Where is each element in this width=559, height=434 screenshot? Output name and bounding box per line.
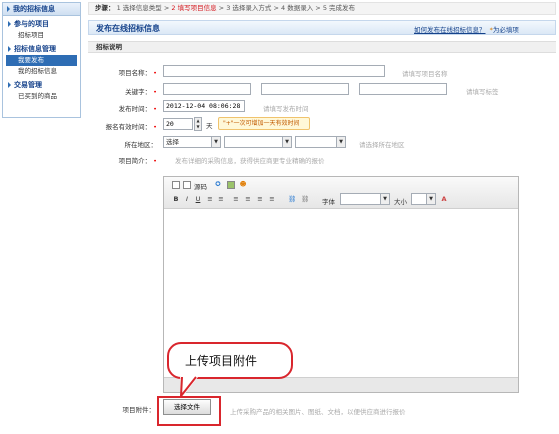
required-star-icon: •	[153, 157, 157, 165]
valid-days-unit: 天	[206, 122, 213, 130]
intro-label: 项目简介： •	[118, 157, 157, 165]
attachment-label: 项目附件：	[122, 406, 156, 414]
size-label: 大小	[394, 198, 407, 206]
step-breadcrumb: 步骤： 1 选择信息类型 > 2 填写项目信息 > 3 选择录入方式 > 4 数…	[88, 2, 556, 15]
project-name-label: 项目名称： •	[118, 69, 157, 77]
sidebar-group-bid-management[interactable]: 招标信息管理	[3, 43, 80, 55]
stepper-down-icon[interactable]: ▼	[195, 124, 201, 130]
page-title: 发布在线招标信息	[96, 24, 160, 33]
region-select-city[interactable]: ▼	[224, 136, 292, 148]
required-star-icon: •	[153, 69, 157, 77]
editor-statusbar	[164, 377, 518, 392]
sidebar-title: 我的招标信息	[3, 3, 80, 16]
region-select-district[interactable]: ▼	[295, 136, 346, 148]
triangle-icon	[8, 82, 11, 88]
chevron-down-icon: ▼	[380, 194, 389, 204]
steps-prefix: 步骤：	[95, 4, 115, 12]
triangle-icon	[7, 6, 10, 12]
sidebar-item-bid-projects[interactable]: 招标项目	[3, 30, 80, 41]
unlink-icon[interactable]: ⛓	[301, 195, 309, 203]
valid-days-tooltip: "+"一次可增加一天有效时间	[218, 117, 310, 130]
publish-time-hint: 请填写发布时间	[263, 105, 309, 113]
image-icon[interactable]	[227, 181, 235, 189]
attachment-hint: 上传采购产品的相关图片、图纸、文档，以便供应商进行报价	[230, 408, 406, 416]
sidebar: 我的招标信息 参与的项目 招标项目 招标信息管理 我要发布 我的招标信息 交易管…	[2, 2, 81, 118]
required-note: 为必填项	[492, 26, 519, 34]
step-4: 4 数据录入	[281, 4, 314, 12]
keywords-label: 关键字： •	[125, 88, 157, 96]
link-icon[interactable]: ✪	[214, 180, 222, 188]
keyword-input-2[interactable]	[261, 83, 349, 95]
callout-text: 上传项目附件	[185, 354, 258, 368]
valid-days-stepper[interactable]: ▲ ▼	[194, 117, 202, 131]
triangle-icon	[8, 21, 11, 27]
font-color-icon[interactable]: A	[440, 195, 448, 203]
chevron-down-icon: ▼	[426, 194, 435, 204]
underline-icon[interactable]: U	[194, 195, 202, 203]
step-5: 5 完成发布	[322, 4, 356, 12]
sidebar-item-purchased[interactable]: 已买到的商品	[3, 91, 80, 102]
chevron-down-icon: ▼	[282, 137, 291, 147]
align-center-icon[interactable]: ≡	[244, 195, 252, 203]
page-header: 发布在线招标信息 如何发布在线招标信息？ *为必填项	[88, 20, 556, 35]
font-label: 字体	[322, 198, 335, 206]
required-star-icon: •	[153, 105, 157, 113]
sidebar-group-trade-management[interactable]: 交易管理	[3, 79, 80, 91]
step-3: 3 选择录入方式	[226, 4, 272, 12]
sidebar-item-publish[interactable]: 我要发布	[6, 55, 77, 66]
valid-days-label: 报名有效时间： •	[105, 123, 157, 131]
sidebar-item-my-bids[interactable]: 我的招标信息	[3, 66, 80, 77]
bold-icon[interactable]: B	[172, 195, 180, 203]
intro-hint: 发布详细的采购信息，获得供应商更专业精确的报价	[175, 157, 325, 165]
upload-callout: 上传项目附件	[167, 342, 293, 379]
insert-link-icon[interactable]: ⛓	[288, 195, 296, 203]
step-separator: >	[273, 4, 279, 12]
unordered-list-icon[interactable]: ≡	[217, 195, 225, 203]
size-select[interactable]: ▼	[411, 193, 436, 205]
project-name-hint: 请填写项目名称	[402, 70, 448, 78]
source-button[interactable]: 源码	[194, 181, 207, 191]
editor-toolbar: 源码 ✪ ☻ B I U ≡ ≡ ≡ ≡ ≡ ≡ ⛓ ⛓ 字体 ▼ 大小 ▼ A	[164, 177, 518, 209]
help-link-wrap: 如何发布在线招标信息？ *为必填项	[414, 24, 519, 34]
step-2-current: 2 填写项目信息	[171, 4, 217, 12]
ordered-list-icon[interactable]: ≡	[206, 195, 214, 203]
section-title: 招标说明	[88, 41, 556, 53]
valid-days-input[interactable]: 20	[163, 118, 193, 130]
publish-time-input[interactable]: 2012-12-04 08:06:28	[163, 100, 245, 112]
keyword-input-3[interactable]	[359, 83, 447, 95]
region-label: 所在地区：	[124, 141, 158, 149]
chevron-down-icon: ▼	[336, 137, 345, 147]
project-name-input[interactable]	[163, 65, 385, 77]
step-separator: >	[218, 4, 225, 12]
preview-icon[interactable]	[183, 181, 191, 189]
emoticon-icon[interactable]: ☻	[239, 180, 247, 188]
keyword-input-1[interactable]	[163, 83, 251, 95]
publish-time-label: 发布时间： •	[118, 105, 157, 113]
sidebar-group-participating[interactable]: 参与的项目	[3, 18, 80, 30]
align-left-icon[interactable]: ≡	[232, 195, 240, 203]
chevron-down-icon: ▼	[211, 137, 220, 147]
keywords-hint: 请填写标签	[466, 88, 499, 96]
help-link[interactable]: 如何发布在线招标信息？	[414, 26, 486, 34]
required-star-icon: •	[153, 123, 157, 131]
triangle-icon	[8, 46, 11, 52]
step-separator: >	[315, 4, 321, 12]
region-hint: 请选择所在地区	[359, 141, 405, 149]
step-1: 1 选择信息类型	[116, 4, 162, 12]
align-right-icon[interactable]: ≡	[256, 195, 264, 203]
choose-file-button[interactable]: 选择文件	[163, 399, 211, 415]
required-star-icon: •	[153, 88, 157, 96]
callout-pointer	[179, 376, 198, 398]
italic-icon[interactable]: I	[183, 195, 191, 203]
fullscreen-icon[interactable]	[172, 181, 180, 189]
region-select-province[interactable]: 选择 ▼	[163, 136, 221, 148]
step-separator: >	[163, 4, 170, 12]
font-select[interactable]: ▼	[340, 193, 390, 205]
align-justify-icon[interactable]: ≡	[268, 195, 276, 203]
